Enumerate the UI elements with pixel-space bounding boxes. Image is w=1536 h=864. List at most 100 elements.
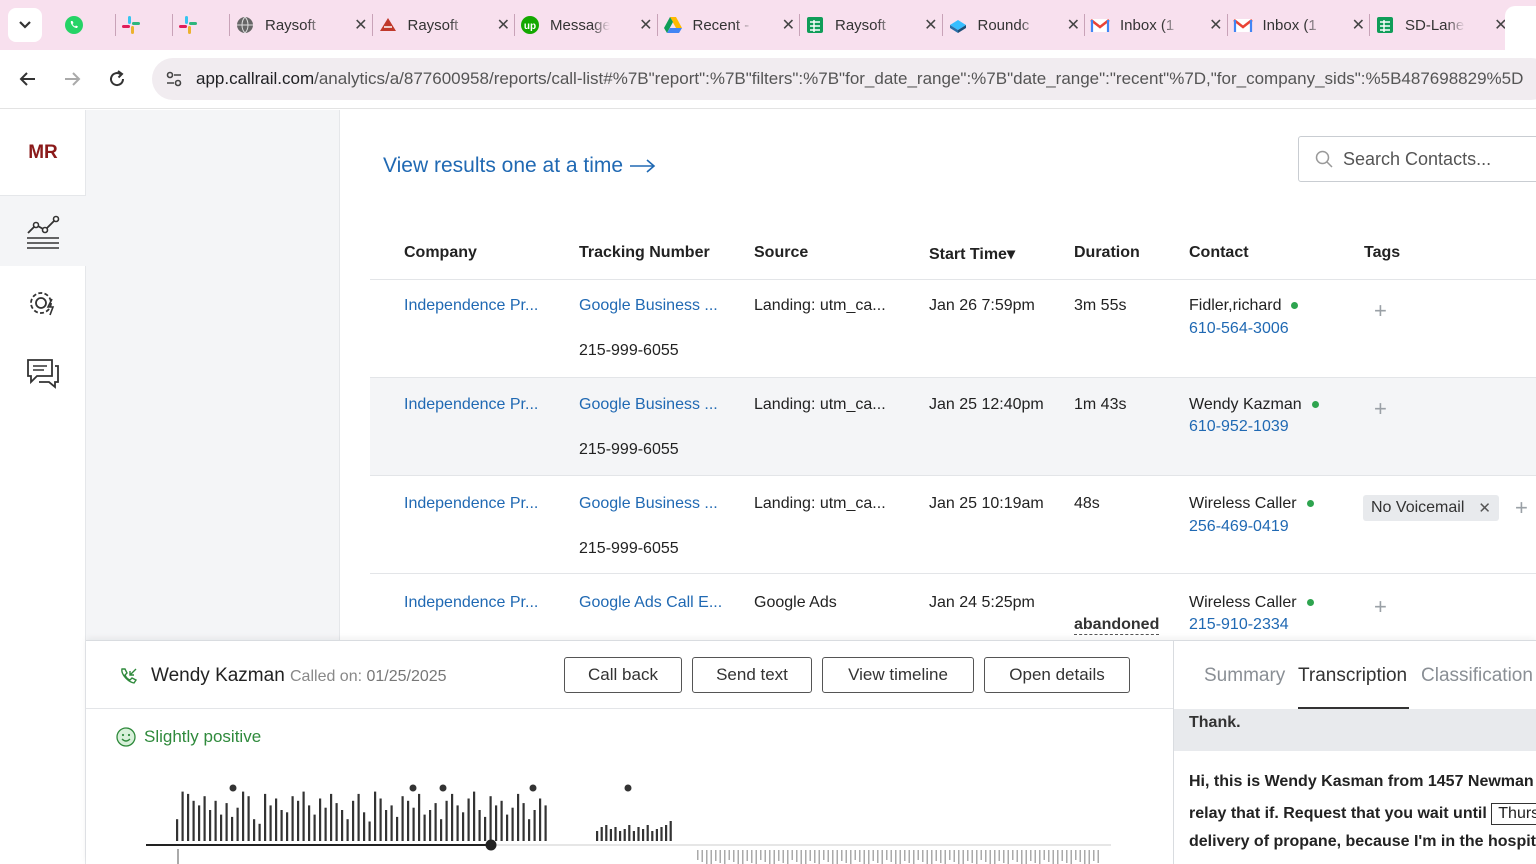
waveform-bar (379, 798, 382, 841)
contact-phone[interactable]: 610-564-3006 (1189, 320, 1289, 338)
send-text-button[interactable]: Send text (692, 657, 812, 693)
back-button[interactable] (13, 64, 43, 94)
browser-tab[interactable]: Inbox (1 ✕ (1232, 10, 1365, 40)
browser-tab[interactable]: Roundc ✕ (948, 10, 1080, 40)
view-one-at-a-time-link[interactable]: View results one at a time (383, 154, 657, 178)
table-row[interactable]: Independence Pr... Google Ads Call E... … (370, 574, 1536, 640)
waveform-bar (330, 793, 333, 841)
column-header-start-time[interactable]: Start Time▾ (929, 244, 1015, 264)
waveform-bar (1075, 850, 1077, 860)
contact-phone[interactable]: 256-469-0419 (1189, 518, 1289, 536)
tracking-source-link[interactable]: Google Ads Call E... (579, 594, 722, 612)
tab-title: Inbox (1 (1262, 16, 1317, 34)
browser-tab[interactable]: up Message ✕ (520, 10, 653, 40)
waveform-bar (706, 850, 708, 864)
forward-button[interactable] (57, 64, 87, 94)
call-back-button[interactable]: Call back (564, 657, 682, 693)
add-tag-icon[interactable]: + (1374, 298, 1387, 324)
waveform-marker[interactable] (529, 784, 537, 792)
duration-abandoned[interactable]: abandoned (1074, 616, 1160, 635)
add-tag-icon[interactable]: + (1515, 495, 1528, 521)
contact-phone[interactable]: 215-910-2334 (1189, 616, 1289, 634)
site-info-icon[interactable] (154, 69, 194, 89)
contact-name[interactable]: Wireless Caller (1189, 594, 1314, 612)
waveform-marker[interactable] (409, 784, 417, 792)
contact-name[interactable]: Fidler,richard (1189, 297, 1299, 315)
column-header-company[interactable]: Company (404, 244, 477, 262)
audio-waveform[interactable] (141, 781, 1141, 864)
column-header-contact[interactable]: Contact (1189, 244, 1249, 262)
company-link[interactable]: Independence Pr... (404, 495, 538, 513)
account-initials[interactable]: MR (0, 110, 86, 196)
waveform-bar (926, 850, 928, 864)
company-link[interactable]: Independence Pr... (404, 297, 538, 315)
contact-name[interactable]: Wireless Caller (1189, 495, 1314, 513)
browser-tab[interactable]: SD-Lane ✕ (1375, 10, 1508, 40)
transcript-line: Hi, this is Wendy Kasman from 1457 Newma… (1189, 773, 1536, 790)
browser-tab[interactable] (178, 10, 225, 40)
tracking-source-link[interactable]: Google Business ... (579, 495, 718, 513)
browser-tab[interactable]: Recent - ✕ (663, 10, 795, 40)
waveform-bar (374, 791, 377, 841)
company-link[interactable]: Independence Pr... (404, 396, 538, 414)
column-header-source[interactable]: Source (754, 244, 808, 262)
remove-tag-icon[interactable]: ✕ (1478, 499, 1491, 517)
search-contacts-input[interactable] (1343, 148, 1536, 170)
add-tag-icon[interactable]: + (1374, 594, 1387, 620)
close-tab-icon[interactable]: ✕ (924, 15, 937, 35)
browser-tab[interactable] (121, 10, 168, 40)
column-header-tracking-number[interactable]: Tracking Number (579, 244, 710, 262)
waveform-bar (484, 816, 487, 841)
close-tab-icon[interactable]: ✕ (782, 15, 795, 35)
call-list-main: View results one at a time Company Track… (341, 110, 1536, 640)
waveform-bar (710, 850, 712, 864)
source: Landing: utm_ca... (754, 495, 886, 512)
waveform-bar (297, 800, 300, 841)
close-tab-icon[interactable]: ✕ (639, 15, 652, 35)
browser-tab[interactable]: Raysoft ✕ (235, 10, 368, 40)
tab-search-button[interactable] (8, 8, 42, 42)
waveform-bar (614, 827, 617, 841)
close-tab-icon[interactable]: ✕ (497, 15, 510, 35)
tab-summary[interactable]: Summary (1204, 665, 1285, 687)
table-row[interactable]: Independence Pr... Google Business ... 2… (370, 280, 1536, 378)
column-header-tags[interactable]: Tags (1364, 244, 1400, 262)
waveform-bar (850, 850, 852, 864)
close-tab-icon[interactable]: ✕ (354, 15, 367, 35)
table-row[interactable]: Independence Pr... Google Business ... 2… (370, 476, 1536, 574)
transcript-highlight[interactable]: Thurs (1491, 803, 1536, 825)
contact-name[interactable]: Wendy Kazman (1189, 396, 1319, 414)
close-tab-icon[interactable]: ✕ (1209, 15, 1222, 35)
company-link[interactable]: Independence Pr... (404, 594, 538, 612)
tracking-source-link[interactable]: Google Business ... (579, 297, 718, 315)
waveform-bar (751, 850, 753, 863)
table-row[interactable]: Independence Pr... Google Business ... 2… (370, 378, 1536, 476)
sidebar-item-analytics[interactable] (0, 196, 86, 266)
column-header-duration[interactable]: Duration (1074, 244, 1140, 262)
view-timeline-button[interactable]: View timeline (822, 657, 974, 693)
active-tab[interactable] (1505, 6, 1536, 50)
open-details-button[interactable]: Open details (984, 657, 1130, 693)
waveform-bar (308, 805, 311, 841)
tracking-source-link[interactable]: Google Business ... (579, 396, 718, 414)
close-tab-icon[interactable]: ✕ (1352, 15, 1365, 35)
waveform-marker[interactable] (229, 784, 237, 792)
sidebar-item-conversations[interactable] (0, 338, 86, 408)
tab-classification[interactable]: Classification (1421, 665, 1533, 687)
browser-tab[interactable] (64, 10, 111, 40)
waveform-marker[interactable] (624, 784, 632, 792)
waveform-bar (994, 850, 996, 864)
address-bar[interactable]: app.callrail.com/analytics/a/877600958/r… (152, 58, 1536, 100)
search-contacts (1298, 136, 1536, 182)
browser-tab[interactable]: Inbox (1 ✕ (1090, 10, 1223, 40)
close-tab-icon[interactable]: ✕ (1067, 15, 1080, 35)
waveform-marker[interactable] (439, 784, 447, 792)
tab-transcription[interactable]: Transcription (1298, 665, 1407, 687)
contact-phone[interactable]: 610-952-1039 (1189, 418, 1289, 436)
browser-tab[interactable]: Raysoft ✕ (378, 10, 510, 40)
sidebar-item-settings[interactable] (0, 268, 86, 338)
reload-button[interactable] (102, 64, 132, 94)
browser-tab[interactable]: Raysoft ✕ (805, 10, 938, 40)
add-tag-icon[interactable]: + (1374, 396, 1387, 422)
playhead-handle[interactable] (485, 839, 497, 851)
